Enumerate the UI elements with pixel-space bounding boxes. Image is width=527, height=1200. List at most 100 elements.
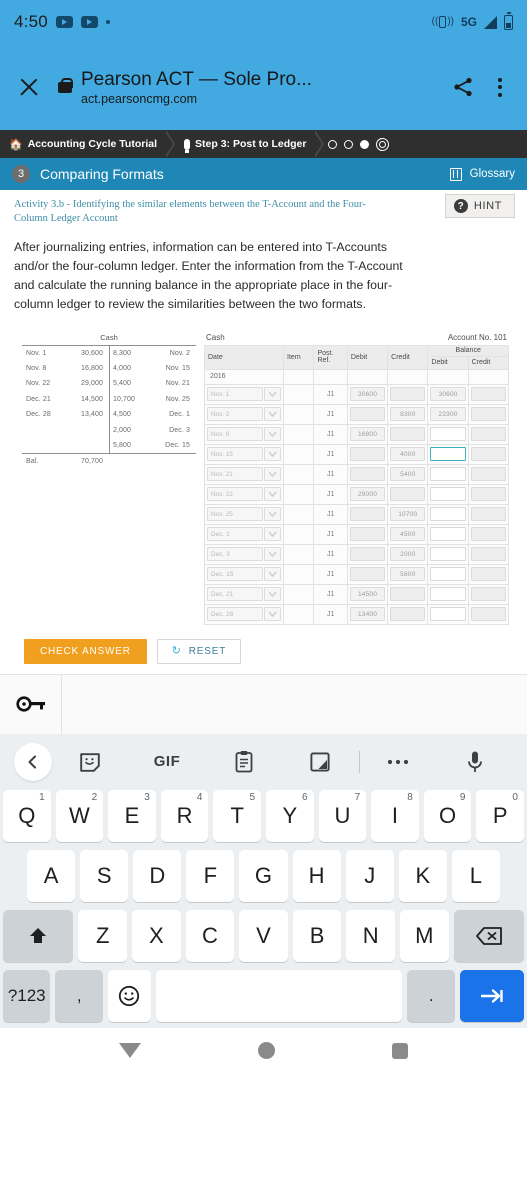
- balance-input-credit[interactable]: [470, 427, 506, 442]
- date-select[interactable]: Nov. 1: [207, 387, 282, 402]
- amt-input-debit[interactable]: [349, 507, 386, 522]
- balance-input-debit[interactable]: 22300: [430, 407, 466, 422]
- balance-input-debit[interactable]: [430, 487, 466, 502]
- date-select[interactable]: Nov. 8: [207, 427, 282, 442]
- key-x[interactable]: X: [132, 909, 181, 962]
- url-block[interactable]: Pearson ACT — Sole Pro... act.pearsoncmg…: [81, 68, 441, 107]
- space-key[interactable]: [155, 969, 403, 1022]
- balance-input-credit[interactable]: [470, 587, 506, 602]
- amt-input-credit[interactable]: 5800: [390, 567, 426, 582]
- breadcrumb-item-tutorial[interactable]: 🏠 Accounting Cycle Tutorial: [0, 138, 166, 151]
- chevron-down-icon[interactable]: [264, 467, 282, 482]
- key-n[interactable]: N: [346, 909, 395, 962]
- hint-button[interactable]: ? HINT: [444, 194, 515, 218]
- balance-input-credit[interactable]: [470, 567, 506, 582]
- chevron-down-icon[interactable]: [264, 427, 282, 442]
- chevron-down-icon[interactable]: [264, 567, 282, 582]
- balance-input-debit[interactable]: [430, 447, 466, 462]
- amt-input-debit[interactable]: [349, 407, 386, 422]
- glossary-button[interactable]: Glossary: [449, 167, 515, 181]
- chevron-down-icon[interactable]: [264, 587, 282, 602]
- amt-input-credit[interactable]: 5400: [390, 467, 426, 482]
- step-dot-3[interactable]: [360, 139, 370, 149]
- amt-input-credit[interactable]: 2000: [390, 547, 426, 562]
- check-answer-button[interactable]: CHECK ANSWER: [24, 638, 147, 664]
- balance-input-debit[interactable]: 30600: [430, 387, 466, 402]
- date-select[interactable]: Dec. 28: [207, 607, 282, 622]
- symbols-key[interactable]: ?123: [3, 969, 51, 1022]
- chevron-down-icon[interactable]: [264, 487, 282, 502]
- amt-input-credit[interactable]: [390, 607, 426, 622]
- chevron-down-icon[interactable]: [264, 407, 282, 422]
- chevron-down-icon[interactable]: [264, 607, 282, 622]
- answer-key-cell[interactable]: [0, 674, 62, 734]
- key-b[interactable]: B: [292, 909, 342, 962]
- microphone-icon[interactable]: [436, 750, 513, 774]
- amt-input-debit[interactable]: [349, 567, 386, 582]
- step-dot-current[interactable]: [376, 137, 390, 151]
- key-m[interactable]: M: [399, 909, 449, 962]
- key-p[interactable]: 0P: [476, 789, 524, 842]
- balance-input-credit[interactable]: [470, 467, 506, 482]
- chevron-down-icon[interactable]: [264, 527, 282, 542]
- key-a[interactable]: A: [27, 849, 76, 902]
- amt-input-debit[interactable]: [349, 547, 386, 562]
- amt-input-debit[interactable]: 30600: [349, 387, 386, 402]
- balance-input-credit[interactable]: [470, 487, 506, 502]
- recents-square-icon[interactable]: [392, 1042, 409, 1059]
- balance-input-credit[interactable]: [470, 447, 506, 462]
- balance-input-debit[interactable]: [430, 527, 466, 542]
- close-icon[interactable]: [16, 74, 42, 100]
- amt-input-debit[interactable]: [349, 467, 386, 482]
- date-select[interactable]: Nov. 2: [207, 407, 282, 422]
- balance-input-debit[interactable]: [430, 467, 466, 482]
- key-c[interactable]: C: [185, 909, 235, 962]
- key-h[interactable]: H: [292, 849, 341, 902]
- balance-input-debit[interactable]: [430, 507, 466, 522]
- shift-icon[interactable]: [3, 909, 74, 962]
- chevron-down-icon[interactable]: [264, 447, 282, 462]
- key-j[interactable]: J: [345, 849, 394, 902]
- key-w[interactable]: 2W: [55, 789, 104, 842]
- tab-next-icon[interactable]: [459, 969, 525, 1022]
- key-u[interactable]: 7U: [318, 789, 367, 842]
- key-f[interactable]: F: [186, 849, 235, 902]
- amt-input-debit[interactable]: 14500: [349, 587, 386, 602]
- key-l[interactable]: L: [451, 849, 500, 902]
- key-z[interactable]: Z: [78, 909, 128, 962]
- step-dot-2[interactable]: [344, 139, 354, 149]
- amt-input-credit[interactable]: 10700: [390, 507, 426, 522]
- amt-input-debit[interactable]: 13400: [349, 607, 386, 622]
- period-key[interactable]: .: [407, 969, 455, 1022]
- date-select[interactable]: Dec. 1: [207, 527, 282, 542]
- breadcrumb-item-step3[interactable]: Step 3: Post to Ledger: [175, 138, 315, 153]
- more-icon[interactable]: [360, 759, 437, 765]
- handwriting-icon[interactable]: [282, 751, 359, 773]
- key-v[interactable]: V: [239, 909, 288, 962]
- reset-button[interactable]: ↻ RESET: [156, 638, 242, 664]
- amt-input-debit[interactable]: 29000: [349, 487, 386, 502]
- date-select[interactable]: Dec. 21: [207, 587, 282, 602]
- chevron-down-icon[interactable]: [264, 547, 282, 562]
- balance-input-credit[interactable]: [470, 607, 506, 622]
- balance-input-debit[interactable]: [430, 547, 466, 562]
- chevron-down-icon[interactable]: [264, 387, 282, 402]
- more-options-icon[interactable]: [489, 75, 511, 99]
- amt-input-debit[interactable]: [349, 447, 386, 462]
- emoji-icon[interactable]: [107, 969, 151, 1022]
- key-k[interactable]: K: [398, 849, 447, 902]
- key-t[interactable]: 5T: [213, 789, 261, 842]
- date-select[interactable]: Dec. 3: [207, 547, 282, 562]
- gif-icon[interactable]: GIF: [129, 753, 206, 770]
- amt-input-credit[interactable]: [390, 387, 426, 402]
- date-select[interactable]: Nov. 15: [207, 447, 282, 462]
- key-e[interactable]: 3E: [108, 789, 156, 842]
- amt-input-credit[interactable]: 4000: [390, 447, 426, 462]
- amt-input-credit[interactable]: 4500: [390, 527, 426, 542]
- chevron-down-icon[interactable]: [264, 507, 282, 522]
- home-circle-icon[interactable]: [257, 1042, 275, 1060]
- date-select[interactable]: Nov. 21: [207, 467, 282, 482]
- date-select[interactable]: Dec. 15: [207, 567, 282, 582]
- date-select[interactable]: Nov. 22: [207, 487, 282, 502]
- balance-input-debit[interactable]: [430, 587, 466, 602]
